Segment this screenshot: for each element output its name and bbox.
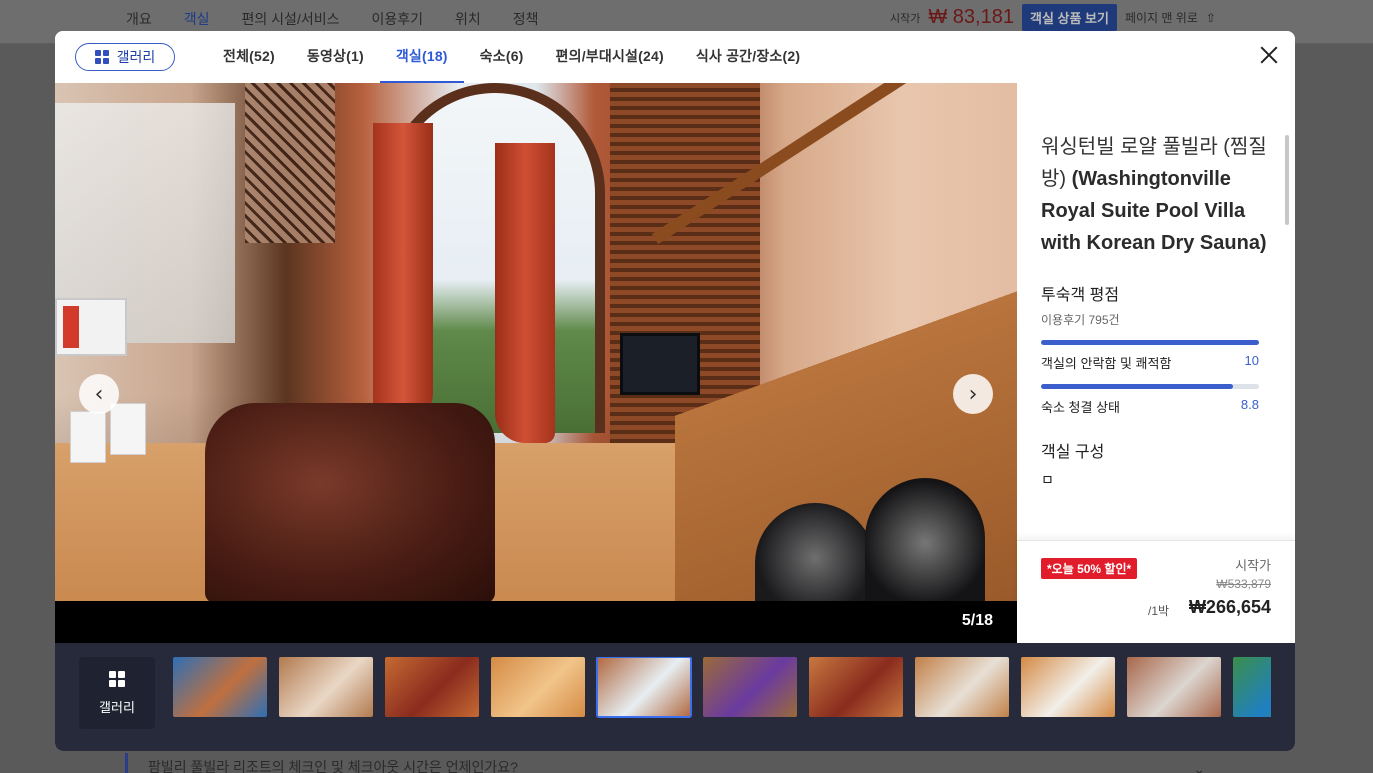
- chevron-left-icon: ‹: [94, 381, 104, 407]
- background-price-area: 시작가 ₩ 83,181 객실 상품 보기 페이지 맨 위로 ⇧: [890, 4, 1216, 31]
- previous-photo-button[interactable]: ‹: [79, 374, 119, 414]
- metric-value: 8.8: [1240, 397, 1259, 412]
- room-composition-heading: 객실 구성: [1041, 444, 1105, 461]
- metric-value: 10: [1244, 353, 1259, 368]
- photo-thumbnail[interactable]: [809, 657, 903, 717]
- gallery-pill-label: 갤러리: [116, 49, 156, 65]
- photo-lattice: [245, 83, 335, 243]
- photo-wall-panel: [55, 298, 127, 356]
- tab-property[interactable]: 숙소(6): [464, 31, 540, 83]
- rating-metric-comfort: 객실의 안락함 및 쾌적함 10: [1041, 353, 1259, 372]
- background-price: ₩ 83,181: [928, 6, 1014, 28]
- rating-fill: [1041, 340, 1259, 345]
- metric-label: 숙소 청결 상태: [1041, 400, 1120, 415]
- grid-icon: [94, 50, 109, 64]
- tab-dining[interactable]: 식사 공간/장소(2): [680, 31, 816, 83]
- photo-thumbnail[interactable]: [596, 657, 692, 718]
- rating-heading: 투숙객 평점: [1041, 287, 1120, 304]
- photo-counter-bar: 5/18: [55, 601, 1017, 643]
- background-faq-item[interactable]: 팜빌리 풀빌라 리조트의 체크인 및 체크아웃 시간은 언제인가요? ⌄: [125, 753, 1235, 773]
- photo-wall-switch: [70, 411, 106, 463]
- photo-leather-sofa: [205, 403, 495, 601]
- thumbnail-list: [173, 657, 1271, 719]
- gallery-grid-button[interactable]: 갤러리: [79, 657, 155, 729]
- photo-chair: [865, 478, 985, 601]
- room-composition-text: ㅁ: [1041, 472, 1054, 484]
- grid-icon: [109, 670, 125, 687]
- rating-bar-cleanliness: [1041, 384, 1259, 389]
- room-title-english: (Washingtonville Royal Suite Pool Villa …: [1041, 168, 1267, 254]
- photo-thumbnail[interactable]: [1233, 657, 1271, 717]
- faq-question: 팜빌리 풀빌라 리조트의 체크인 및 체크아웃 시간은 언제인가요?: [148, 759, 518, 773]
- price-from-label: 시작가: [1235, 558, 1271, 573]
- thumbnail-strip: 갤러리: [55, 643, 1295, 751]
- gallery-modal: 갤러리 전체(52) 동영상(1) 객실(18) 숙소(6) 편의/부대시설(2…: [55, 31, 1295, 751]
- original-price: ₩533,879: [1216, 577, 1271, 591]
- background-from-label: 시작가: [890, 12, 921, 25]
- rating-fill: [1041, 384, 1233, 389]
- photo-counter: 5/18: [961, 612, 993, 629]
- rating-metric-cleanliness: 숙소 청결 상태 8.8: [1041, 397, 1259, 416]
- photo-thumbnail[interactable]: [1021, 657, 1115, 717]
- photo-curtain-left: [373, 123, 433, 423]
- photo-thumbnail[interactable]: [173, 657, 267, 717]
- up-arrow-icon[interactable]: ⇧: [1206, 11, 1216, 25]
- room-info-panel[interactable]: 워싱턴빌 로얄 풀빌라 (찜질방) (Washingtonville Royal…: [1017, 83, 1295, 540]
- photo-thumbnail[interactable]: [385, 657, 479, 717]
- photo-thumbnail[interactable]: [703, 657, 797, 717]
- rating-bar-comfort: [1041, 340, 1259, 345]
- close-icon[interactable]: [1257, 43, 1281, 67]
- tab-all[interactable]: 전체(52): [207, 31, 291, 83]
- gallery-grid-label: 갤러리: [99, 699, 135, 715]
- category-tabs: 전체(52) 동영상(1) 객실(18) 숙소(6) 편의/부대시설(24) 식…: [207, 31, 816, 83]
- gallery-pill-button[interactable]: 갤러리: [75, 43, 175, 71]
- tab-rooms[interactable]: 객실(18): [379, 31, 464, 83]
- photo-thumbnail[interactable]: [279, 657, 373, 717]
- back-to-top-link[interactable]: 페이지 맨 위로: [1125, 9, 1198, 26]
- chevron-down-icon: ⌄: [1193, 761, 1205, 773]
- final-price: ₩266,654: [1188, 597, 1271, 617]
- next-photo-button[interactable]: ›: [953, 374, 993, 414]
- per-night-label: /1박: [1148, 604, 1170, 618]
- room-title: 워싱턴빌 로얄 풀빌라 (찜질방) (Washingtonville Royal…: [1041, 131, 1271, 259]
- tab-facilities[interactable]: 편의/부대시설(24): [540, 31, 680, 83]
- photo-curtain-right: [495, 143, 555, 443]
- promo-badge: *오늘 50% 할인*: [1041, 558, 1138, 579]
- review-count: 이용후기 795건: [1041, 313, 1120, 327]
- photo-thumbnail[interactable]: [915, 657, 1009, 717]
- modal-header: 갤러리 전체(52) 동영상(1) 객실(18) 숙소(6) 편의/부대시설(2…: [55, 31, 1295, 83]
- tab-video[interactable]: 동영상(1): [291, 31, 380, 83]
- main-room-photo: ‹ ›: [55, 83, 1017, 601]
- info-scrollbar[interactable]: [1285, 135, 1289, 225]
- price-box: *오늘 50% 할인* 시작가 ₩533,879 /1박 ₩266,654: [1017, 540, 1295, 643]
- view-rooms-button[interactable]: 객실 상품 보기: [1021, 4, 1117, 31]
- photo-wall-switch: [110, 403, 146, 455]
- metric-label: 객실의 안락함 및 쾌적함: [1041, 356, 1172, 371]
- photo-thumbnail[interactable]: [491, 657, 585, 717]
- chevron-right-icon: ›: [968, 381, 978, 407]
- photo-thumbnail[interactable]: [1127, 657, 1221, 717]
